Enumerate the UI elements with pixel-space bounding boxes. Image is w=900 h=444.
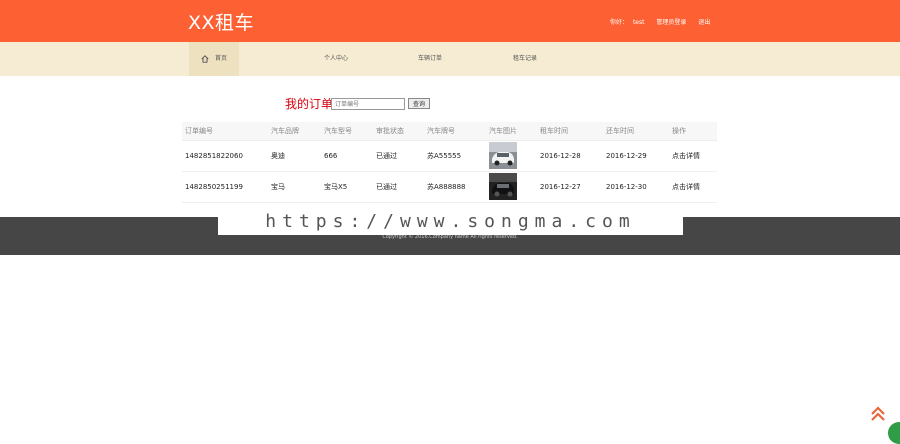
col-plate: 汽车牌号	[424, 122, 486, 141]
header-bar: XX租车 你好： test 管理员登录 退出	[0, 0, 900, 42]
nav-item-home[interactable]: 首页	[189, 42, 239, 76]
col-order-no: 订单编号	[182, 122, 268, 141]
nav-item-profile[interactable]: 个人中心	[324, 42, 348, 76]
cell-order-no: 1482850251199	[182, 171, 268, 203]
car-thumbnail	[489, 173, 517, 200]
admin-login-link[interactable]: 管理员登录	[656, 19, 686, 26]
details-link[interactable]: 点击详情	[669, 140, 717, 172]
nav-item-rental-history[interactable]: 租车记录	[513, 42, 537, 76]
car-thumbnail	[489, 142, 517, 169]
watermark-banner: https://www.songma.com	[218, 208, 683, 235]
site-logo[interactable]: XX租车	[188, 8, 254, 35]
page-title: 我的订单	[285, 97, 334, 111]
col-action: 操作	[669, 122, 717, 141]
cell-model: 宝马X5	[321, 171, 373, 203]
main-nav: 首页 个人中心 车辆订单 租车记录	[0, 42, 900, 76]
table-row: 1482851822060 奥迪 666 已通过 苏A55555 2016-12…	[182, 140, 717, 172]
cell-rent-date: 2016-12-27	[537, 171, 603, 203]
logout-link[interactable]: 退出	[698, 19, 710, 26]
cell-return-date: 2016-12-29	[603, 140, 669, 172]
user-greeting: 你好：	[610, 19, 629, 26]
cell-plate: 苏A55555	[424, 140, 486, 172]
col-rent-date: 租车时间	[537, 122, 603, 141]
user-bar: 你好： test 管理员登录 退出	[610, 17, 713, 26]
cell-image	[486, 140, 537, 172]
nav-item-orders[interactable]: 车辆订单	[418, 42, 442, 76]
table-row: 1482850251199 宝马 宝马X5 已通过 苏A888888 2016-…	[182, 171, 717, 203]
search-button[interactable]: 查询	[408, 98, 430, 109]
cell-rent-date: 2016-12-28	[537, 140, 603, 172]
cell-brand: 奥迪	[268, 140, 321, 172]
cell-return-date: 2016-12-30	[603, 171, 669, 203]
cell-status: 已通过	[373, 140, 424, 172]
cell-image	[486, 171, 537, 203]
col-image: 汽车图片	[486, 122, 537, 141]
cell-model: 666	[321, 140, 373, 172]
cell-plate: 苏A888888	[424, 171, 486, 203]
cell-order-no: 1482851822060	[182, 140, 268, 172]
details-link[interactable]: 点击详情	[669, 171, 717, 203]
table-header-row: 订单编号 汽车品牌 汽车型号 审批状态 汽车牌号 汽车图片 租车时间 还车时间 …	[182, 122, 717, 141]
orders-table: 订单编号 汽车品牌 汽车型号 审批状态 汽车牌号 汽车图片 租车时间 还车时间 …	[182, 122, 717, 203]
col-return-date: 还车时间	[603, 122, 669, 141]
cell-brand: 宝马	[268, 171, 321, 203]
back-to-top-icon[interactable]	[869, 405, 887, 423]
home-icon	[201, 55, 209, 63]
username-link[interactable]: test	[633, 19, 645, 26]
col-model: 汽车型号	[321, 122, 373, 141]
chat-bubble-icon[interactable]	[888, 422, 900, 444]
order-search-input[interactable]	[331, 98, 405, 110]
col-status: 审批状态	[373, 122, 424, 141]
nav-item-label: 首页	[215, 55, 228, 62]
cell-status: 已通过	[373, 171, 424, 203]
col-brand: 汽车品牌	[268, 122, 321, 141]
